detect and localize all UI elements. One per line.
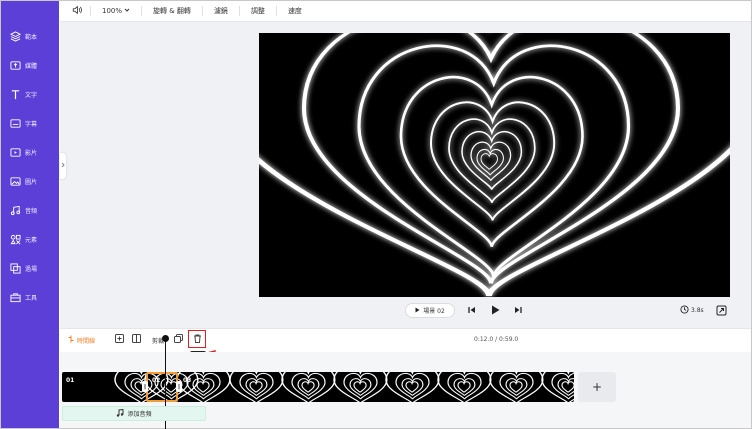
add-scene-track-button[interactable]: + (578, 372, 616, 402)
clip-number: 01 (66, 377, 75, 384)
scene-track[interactable]: 01 02 03 (62, 372, 574, 402)
clip-trim-handle-left[interactable]: ‖ (142, 381, 148, 392)
add-audio-button[interactable]: 添加音頻 (62, 406, 206, 421)
music-note-icon (116, 408, 124, 419)
clip-number: 03 (183, 377, 192, 384)
add-audio-label: 添加音頻 (127, 411, 152, 418)
track-thumbnails (62, 372, 574, 402)
clip-trim-handle-right[interactable]: ‖ (176, 381, 182, 392)
selected-clip[interactable] (146, 372, 178, 402)
playhead-handle[interactable] (162, 335, 169, 342)
